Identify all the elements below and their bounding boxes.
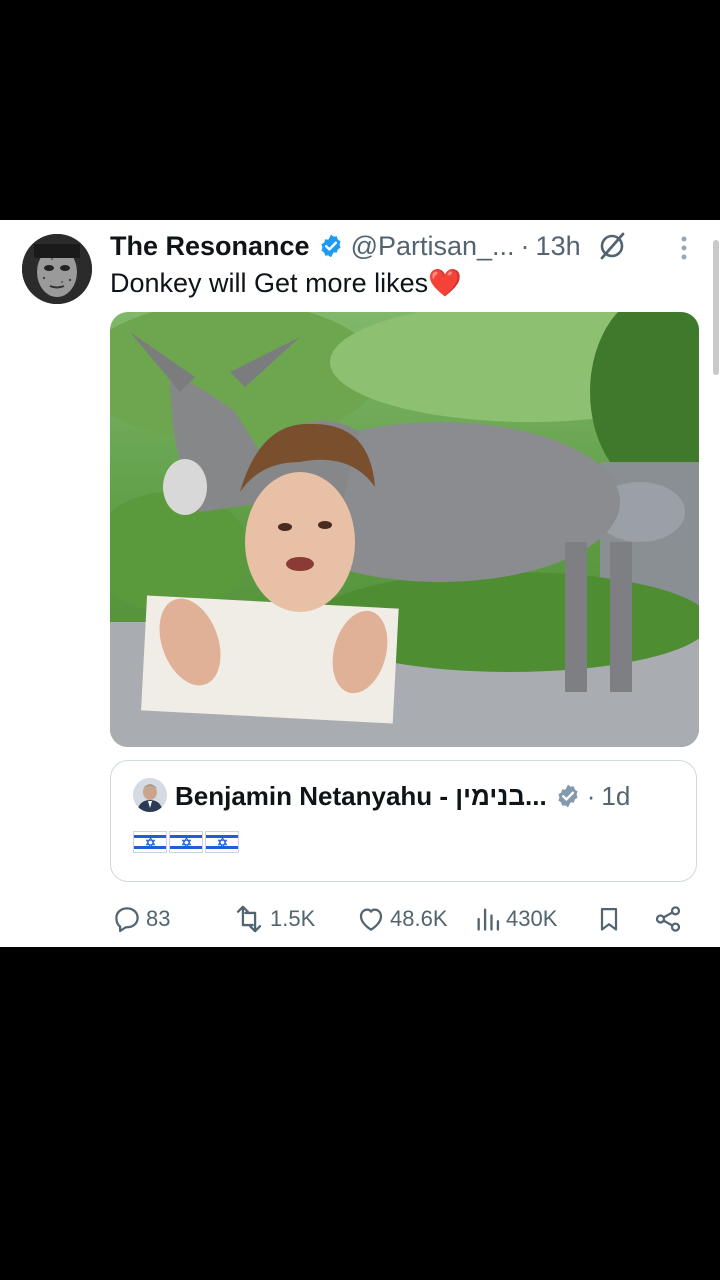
author-handle[interactable]: @Partisan_... (351, 231, 515, 262)
quoted-header: Benjamin Netanyahu - בנימין... · 1d (175, 779, 630, 813)
reply-button[interactable]: 83 (112, 898, 170, 940)
like-count: 48.6K (390, 906, 448, 931)
like-button[interactable]: 48.6K (356, 898, 448, 940)
quoted-author-name[interactable]: Benjamin Netanyahu - בנימין... (175, 781, 547, 812)
tweet-text: Donkey will Get more likes❤️ (110, 268, 462, 298)
tweet-time[interactable]: 13h (536, 231, 581, 262)
verified-badge-icon (558, 784, 578, 808)
author-name[interactable]: The Resonance (110, 231, 310, 262)
grok-icon[interactable] (597, 231, 627, 261)
donkey-photo (110, 312, 699, 747)
more-vertical-icon[interactable] (676, 234, 692, 264)
reply-icon (115, 907, 139, 933)
repost-button[interactable]: 1.5K (232, 898, 315, 940)
repost-count: 1.5K (270, 906, 316, 931)
share-icon (655, 906, 681, 932)
heart-icon (359, 908, 383, 931)
israel-flag-icon (133, 831, 167, 853)
verified-badge-icon (321, 234, 341, 258)
share-button[interactable] (653, 898, 687, 940)
separator-dot: · (520, 230, 530, 261)
avatar-image (22, 234, 92, 304)
repost-icon (236, 905, 262, 933)
quoted-author-avatar (133, 778, 167, 812)
bookmark-button[interactable] (595, 898, 627, 940)
quoted-text (133, 831, 239, 853)
views-count: 430K (506, 906, 558, 931)
views-button[interactable]: 430K (474, 898, 557, 940)
avatar-image (133, 778, 167, 812)
views-icon (477, 908, 500, 931)
bookmark-icon (600, 907, 618, 931)
tweet-header: The Resonance @Partisan_... · 13h (110, 228, 627, 264)
quoted-time[interactable]: 1d (601, 781, 630, 812)
israel-flag-icon (169, 831, 203, 853)
separator-dot: · (586, 780, 596, 811)
israel-flag-icon (205, 831, 239, 853)
tweet-media[interactable] (110, 312, 699, 747)
author-avatar[interactable] (22, 234, 92, 304)
reply-count: 83 (146, 906, 171, 931)
scrollbar[interactable] (713, 240, 719, 375)
quoted-tweet[interactable]: Benjamin Netanyahu - בנימין... · 1d (110, 760, 697, 882)
tweet-actions: 83 1.5K 48.6K 430K (110, 898, 700, 940)
